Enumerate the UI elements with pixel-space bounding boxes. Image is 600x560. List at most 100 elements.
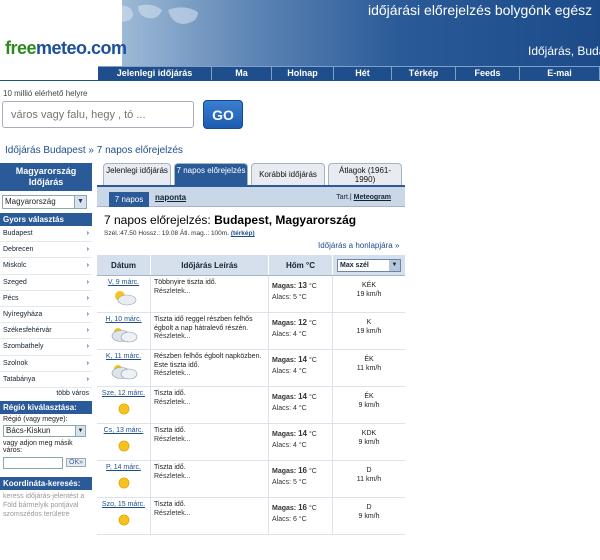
wind-cell: ÉK 9 km/h [333,387,405,423]
site-logo[interactable]: freemeteo.com [5,38,127,59]
chevron-right-icon: › [86,262,89,270]
sidebar-city-item[interactable]: Miskolc › [0,258,92,275]
quick-select-title: Gyors választás [0,213,92,226]
high-temp: 16 [298,466,307,475]
low-temp: 4 [293,331,297,338]
temperature-cell: Magas: 16 °C Alacs: 5 °C [269,461,333,497]
logo-free: free [5,38,37,58]
header-banner: időjárási előrejelzés bolygónk egész Idő… [98,0,600,66]
main-nav: Jelenlegi időjárás Ma Holnap Hét Térkép … [98,66,600,80]
temp-unit: °C [298,479,307,486]
go-button[interactable]: GO [203,100,243,129]
wind-direction: ÉK [364,393,374,400]
wind-select[interactable]: Max szél ▼ [337,259,401,272]
sidebar-city-item[interactable]: Tatabánya › [0,372,92,388]
region-select[interactable]: Bács-Kiskun ▼ [3,424,86,437]
nav-today[interactable]: Ma [212,67,272,80]
temperature-cell: Magas: 16 °C Alacs: 6 °C [269,498,333,534]
temp-unit: °C [308,431,317,438]
forecast-title: 7 napos előrejelzés: Budapest, Magyarors… [104,213,356,227]
description-cell: Tiszta idő reggel részben felhős égbolt … [151,313,269,349]
other-city-input[interactable] [3,456,63,469]
details-link[interactable]: Részletek... [154,510,265,519]
nav-map[interactable]: Térkép [392,67,456,80]
description-text: Tiszta idő. [154,427,186,434]
sidebar-city-item[interactable]: Szeged › [0,275,92,291]
nav-week[interactable]: Hét [334,67,392,80]
breadcrumb-separator: » [85,145,97,156]
wind-direction: ÉK [364,356,374,363]
sidebar-city-item[interactable]: Pécs › [0,291,92,307]
sidebar-city-item[interactable]: Nyíregyháza › [0,307,92,324]
sidebar-city-item[interactable]: Székesfehérvár › [0,323,92,340]
nav-email[interactable]: E-mai [520,67,600,80]
sidebar-city-item[interactable]: Szombathely › [0,339,92,356]
more-cities-link[interactable]: több város [0,388,92,399]
table-header: Dátum Időjárás Leírás Hőm °C Max szél ▼ [97,255,405,276]
details-link[interactable]: Részletek... [154,370,265,379]
day-link[interactable]: Cs, 13 márc. [97,427,150,434]
cloudy-icon [111,328,137,343]
site-header: időjárási előrejelzés bolygónk egész Idő… [0,0,600,80]
details-link[interactable]: Részletek... [154,333,265,342]
tab-current-weather[interactable]: Jelenlegi időjárás [103,163,171,185]
day-link[interactable]: Sze, 12 márc. [97,390,150,397]
chevron-right-icon: › [86,246,89,254]
description-cell: Többnyire tiszta idő. Részletek... [151,276,269,312]
details-link[interactable]: Részletek... [154,436,265,445]
wind-select-value: Max szél [340,262,369,269]
wind-direction: K [366,319,372,326]
map-link[interactable]: (térkép) [231,230,255,237]
ok-button[interactable]: OK» [66,458,87,468]
tab-averages[interactable]: Átlagok (1961-1990) [328,163,402,185]
subbar-right: Tart.| Meteogram [336,194,391,201]
weather-to-homepage-link[interactable]: Időjárás a honlapjára » [318,241,399,250]
meteogram-link[interactable]: Meteogram [354,194,391,201]
low-temp: 6 [293,516,297,523]
tab-past-weather[interactable]: Korábbi időjárás [251,163,325,185]
temp-unit: °C [298,331,307,338]
nav-tomorrow[interactable]: Holnap [272,67,334,80]
temperature-cell: Magas: 12 °C Alacs: 4 °C [269,313,333,349]
low-temp: 4 [293,405,297,412]
high-temp: 14 [298,355,307,364]
sidebar-city-item[interactable]: Debrecen › [0,242,92,259]
header-temp: Hőm °C [269,255,333,275]
wind-direction: D [366,467,372,474]
description-cell: Részben felhős égbolt napközben. Este ti… [151,350,269,386]
low-label: Alacs: [272,405,292,412]
sidebar-city-item[interactable]: Szolnok › [0,356,92,372]
sidebar: Magyarország Időjárás Magyarország ▼ Gyo… [0,163,92,560]
breadcrumb: Időjárás Budapest » 7 napos előrejelzés [5,145,183,156]
temp-unit: °C [298,516,307,523]
country-select[interactable]: Magyarország ▼ [2,195,87,209]
details-link[interactable]: Részletek... [154,473,265,482]
region-label: Régió (vagy megye): [3,415,68,423]
breadcrumb-budapest[interactable]: Időjárás Budapest [5,145,86,156]
search-input[interactable] [2,101,194,128]
nav-current-weather[interactable]: Jelenlegi időjárás [98,67,212,80]
city-list: Budapest › Debrecen › Miskolc › Szeged › Pécs › Ny… [0,226,92,388]
temp-unit: °C [308,468,317,475]
subtab-7-day[interactable]: 7 napos [109,192,149,207]
subtab-daily[interactable]: naponta [155,193,186,202]
details-link[interactable]: Részletek... [154,399,265,408]
description-text: Tiszta idő reggel részben felhős égbolt … [154,316,253,332]
wind-cell: K 19 km/h [333,313,405,349]
nav-feeds[interactable]: Feeds [456,67,520,80]
day-link[interactable]: K, 11 márc. [97,353,150,360]
tab-7-day-forecast[interactable]: 7 napos előrejelzés [174,163,248,185]
details-link[interactable]: Részletek... [154,288,265,297]
breadcrumb-7day[interactable]: 7 napos előrejelzés [97,145,183,156]
wind-speed: 19 km/h [356,328,382,335]
day-link[interactable]: V, 9 márc. [97,279,150,286]
wind-direction: KÉK [361,282,376,289]
sidebar-city-item[interactable]: Budapest › [0,226,92,243]
day-link[interactable]: P, 14 márc. [97,464,150,471]
day-link[interactable]: H, 10 márc. [97,316,150,323]
forecast-title-prefix: 7 napos előrejelzés: [104,213,215,227]
sub-tab-bar: 7 napos naponta Tart.| Meteogram [97,187,405,207]
table-body: V, 9 márc. Többnyire tiszta idő. Részletek… [97,276,405,535]
chevron-right-icon: › [86,230,89,237]
day-link[interactable]: Szo, 15 márc. [97,501,150,508]
